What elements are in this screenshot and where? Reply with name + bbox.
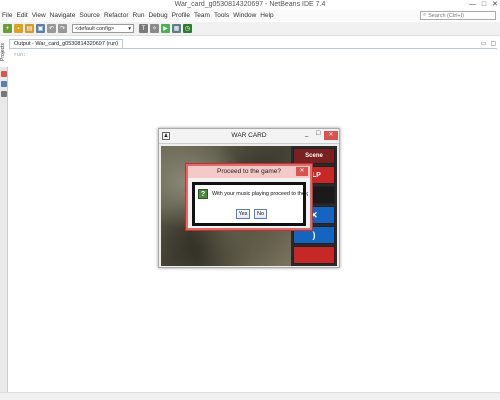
menu-tools[interactable]: Tools [214,12,229,19]
no-button[interactable]: No [254,209,267,219]
minimize-button[interactable]: — [469,0,476,10]
services-icon[interactable] [1,81,7,87]
redo-icon[interactable]: ↷ [58,24,67,33]
search-icon: ⌕ [423,12,427,18]
projects-tab[interactable]: Projects [0,37,8,67]
war-card-close-button[interactable]: ✕ [324,131,338,140]
navigator-icon[interactable] [1,91,7,97]
menu-run[interactable]: Run [133,12,145,19]
side-strip: Projects [0,37,8,392]
config-select[interactable]: <default config> ▾ [72,24,134,33]
output-line: run: [14,52,27,58]
war-card-title: WAR CARD [231,132,267,139]
new-file-icon[interactable]: ▪ [14,24,23,33]
menu-profile[interactable]: Profile [172,12,190,19]
side-button-6[interactable] [293,246,335,264]
panel-maximize-icon[interactable]: ▢ [490,40,496,47]
yes-button[interactable]: Yes [236,209,250,219]
window-controls: — □ ✕ [469,0,498,10]
search-placeholder: Search (Ctrl+I) [428,12,465,19]
menu-view[interactable]: View [32,12,46,19]
build-icon[interactable]: T [139,24,148,33]
menu-navigate[interactable]: Navigate [50,12,76,19]
question-icon: ? [198,189,208,199]
maximize-button[interactable]: □ [482,0,486,10]
status-bar [0,392,500,400]
panel-controls: ▭ ▢ [481,40,496,47]
output-tab[interactable]: Output - War_card_g0530814320697 (run) [9,39,124,48]
menu-window[interactable]: Window [233,12,256,19]
debug-icon[interactable]: ▦ [172,24,181,33]
menu-edit[interactable]: Edit [16,12,27,19]
war-card-titlebar: ♟ WAR CARD _ □ ✕ [159,129,339,144]
dialog-message: With your music playing proceed to the g… [212,191,308,197]
open-project-icon[interactable]: ▤ [25,24,34,33]
files-icon[interactable] [1,71,7,77]
scene-button[interactable]: Scene [293,148,335,164]
menu-help[interactable]: Help [260,12,273,19]
search-input[interactable]: ⌕ Search (Ctrl+I) [420,11,496,20]
menu-source[interactable]: Source [79,12,100,19]
ide-title-bar: War_card_g0530814320697 - NetBeans IDE 7… [0,0,500,10]
run-icon[interactable]: ▶ [161,24,170,33]
dialog-title: Proceed to the game? [188,166,310,178]
menu-team[interactable]: Team [194,12,210,19]
clean-build-icon[interactable]: ✧ [150,24,159,33]
dialog-close-button[interactable]: ✕ [296,167,308,176]
new-project-icon[interactable]: + [3,24,12,33]
menu-file[interactable]: File [2,12,12,19]
war-card-minimize-button[interactable]: _ [305,131,308,137]
ide-title: War_card_g0530814320697 - NetBeans IDE 7… [174,1,326,8]
panel-minimize-icon[interactable]: ▭ [481,40,487,47]
config-value: <default config> [75,25,115,32]
save-all-icon[interactable]: ▣ [36,24,45,33]
toolbar: + ▪ ▤ ▣ ↶ ↷ <default config> ▾ T ✧ ▶ ▦ ◷ [0,22,500,36]
chevron-down-icon: ▾ [128,25,131,32]
undo-icon[interactable]: ↶ [47,24,56,33]
war-card-maximize-button[interactable]: □ [316,130,320,137]
menu-refactor[interactable]: Refactor [104,12,129,19]
menu-debug[interactable]: Debug [148,12,167,19]
profile-icon[interactable]: ◷ [183,24,192,33]
close-window-button[interactable]: ✕ [492,0,498,10]
dialog-content: ? With your music playing proceed to the… [192,182,308,226]
confirm-dialog: Proceed to the game? ✕ ? With your music… [186,164,312,230]
